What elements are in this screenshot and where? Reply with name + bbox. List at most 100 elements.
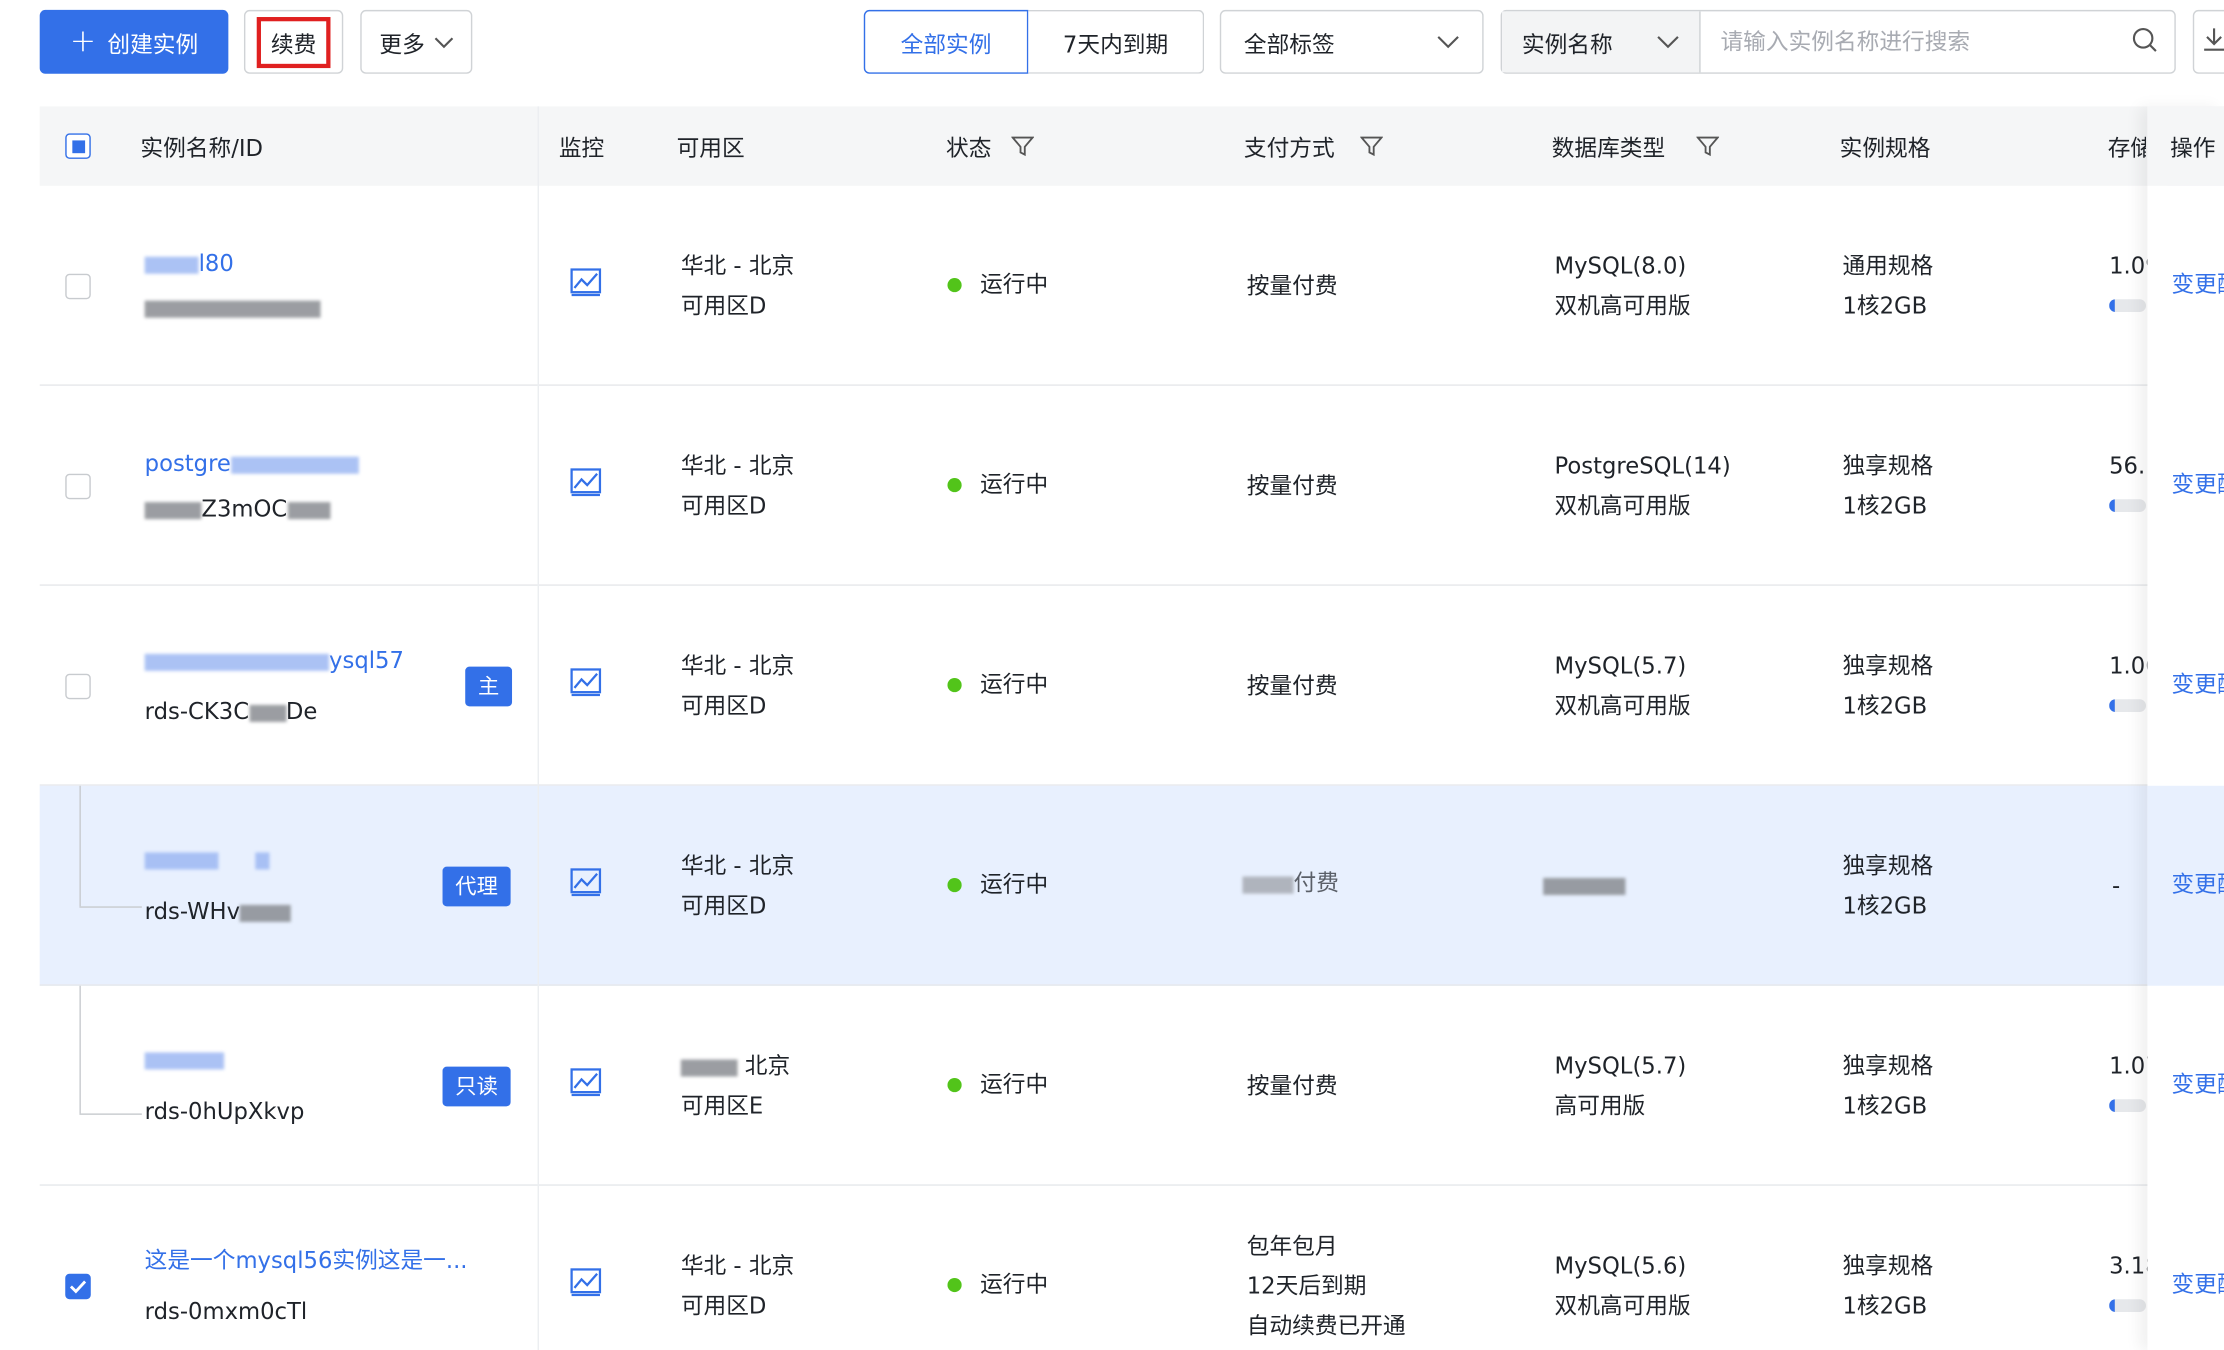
renew-label: 续费 — [256, 16, 331, 68]
running-status-icon — [947, 278, 962, 293]
storage-value: 3.18 — [2109, 1252, 2147, 1280]
chevron-down-icon — [433, 28, 453, 55]
spec-size: 1核2GB — [1842, 292, 1928, 320]
instance-id — [144, 288, 321, 328]
auto-renew-info: 自动续费已开通 — [1246, 1311, 1406, 1339]
storage-usage-bar — [2109, 699, 2146, 713]
dbtype-header-label: 数据库类型 — [1551, 134, 1666, 162]
table-header: 实例名称/ID 监控 可用区 状态 支付方式 数据库类型 实例规格 存 操作 — [39, 106, 2224, 186]
redacted-text — [144, 653, 330, 671]
search-icon[interactable] — [2132, 26, 2158, 57]
select-all-checkbox[interactable] — [65, 133, 91, 159]
instance-id: rds-CK3C De — [144, 697, 318, 725]
running-status-icon — [947, 1277, 962, 1293]
download-button[interactable] — [2192, 9, 2224, 74]
modify-config-link[interactable]: 变更配置 — [2172, 865, 2224, 905]
instance-name-link[interactable]: postgre — [145, 444, 359, 484]
filter-icon[interactable] — [1360, 135, 1383, 158]
redacted-text — [230, 456, 359, 474]
plus-icon: + — [69, 23, 97, 59]
payment-method: 按量付费 — [1246, 1072, 1338, 1100]
row-checkbox[interactable] — [65, 273, 91, 300]
storage-usage-bar — [2109, 499, 2146, 513]
tree-connector — [79, 785, 81, 907]
table-row: postgre Z3mOC 华北 - 北京 可用区D 运行中 按量付费 Post… — [39, 386, 2224, 586]
instance-name-link[interactable]: l80 — [144, 244, 234, 284]
db-edition: 双机高可用版 — [1554, 292, 1691, 320]
instance-name-link[interactable] — [144, 1040, 225, 1080]
redacted-text — [287, 501, 330, 519]
search-field-select[interactable]: 实例名称 — [1502, 11, 1701, 73]
modify-config-link[interactable]: 变更配置 — [2172, 265, 2224, 305]
modify-config-link[interactable]: 变更配置 — [2172, 1065, 2224, 1105]
redacted-text — [1543, 877, 1626, 895]
renew-button[interactable]: 续费 — [243, 9, 344, 74]
status-cell: 运行中 — [947, 1065, 1048, 1105]
instance-id: Z3mOC — [144, 489, 330, 529]
redacted-text — [255, 851, 270, 869]
monitor-chart-icon[interactable] — [570, 1268, 602, 1309]
more-dropdown-button[interactable]: 更多 — [360, 9, 473, 74]
row-checkbox[interactable] — [65, 473, 91, 500]
modify-config-link[interactable]: 变更配置 — [2172, 665, 2224, 705]
table-row: ysql57 rds-CK3C De 主 华北 - 北京 可用区D 运行中 按量付… — [39, 586, 2224, 786]
db-type: PostgreSQL(14) — [1554, 452, 1731, 480]
toolbar: + 创建实例 续费 更多 全部实例 7天内到期 全部标签 实例名称 — [0, 0, 2224, 85]
create-instance-label: 创建实例 — [107, 30, 199, 58]
modify-config-link[interactable]: 变更配置 — [2172, 465, 2224, 505]
instance-id: rds-WHv — [145, 892, 292, 932]
redacted-text — [1242, 875, 1294, 893]
storage-usage-bar — [2109, 1099, 2146, 1113]
create-instance-button[interactable]: + 创建实例 — [39, 9, 229, 74]
zone-az: 可用区D — [680, 892, 767, 920]
column-header-payment: 支付方式 — [1244, 106, 1383, 185]
column-header-status: 状态 — [946, 106, 1035, 185]
db-edition: 高可用版 — [1554, 1092, 1646, 1120]
check-icon — [69, 1280, 87, 1294]
spec-type: 独享规格 — [1842, 452, 1934, 480]
row-checkbox[interactable] — [65, 673, 91, 700]
tab-expiring-7-days[interactable]: 7天内到期 — [1028, 9, 1205, 74]
spec-type: 独享规格 — [1842, 1052, 1934, 1080]
running-status-icon — [947, 877, 962, 893]
table-row: 这是一个mysql56实例这是一... rds-0mxm0cTl 华北 - 北京… — [40, 1186, 2224, 1350]
monitor-chart-icon[interactable] — [570, 268, 602, 309]
monitor-chart-icon[interactable] — [570, 1068, 602, 1109]
spec-size: 1核2GB — [1842, 492, 1928, 520]
redacted-text — [144, 1051, 225, 1069]
filter-icon[interactable] — [1011, 135, 1035, 158]
monitor-chart-icon[interactable] — [570, 468, 602, 509]
storage-value: 56. — [2109, 452, 2146, 480]
filter-icon[interactable] — [1696, 135, 1720, 158]
db-edition: 双机高可用版 — [1554, 492, 1691, 520]
payment-method: 包年包月 — [1246, 1232, 1338, 1260]
modify-config-link[interactable]: 变更配置 — [2172, 1265, 2224, 1305]
instance-name-link[interactable]: 这是一个mysql56实例这是一... — [145, 1241, 468, 1281]
column-header-spec: 实例规格 — [1839, 134, 1931, 162]
storage-value: - — [2111, 872, 2121, 900]
storage-value: 1.09 — [2109, 252, 2147, 280]
table-row: rds-0hUpXkvp 只读 北京 可用区E 运行中 按量付费 MySQL(5… — [39, 985, 2224, 1186]
table-row: l80 华北 - 北京 可用区D 运行中 按量付费 MySQL(8.0) 双机高… — [39, 186, 2224, 386]
row-checkbox-checked[interactable] — [65, 1273, 91, 1300]
instance-name-link[interactable]: ysql57 — [144, 641, 404, 681]
zone-region: 华北 - 北京 — [680, 252, 795, 280]
table-row: rds-WHv 代理 华北 - 北京 可用区D 运行中 付费 独享规格 1核2G… — [39, 785, 2224, 986]
tab-all-instances[interactable]: 全部实例 — [863, 9, 1029, 74]
zone-az: 可用区D — [680, 1292, 767, 1320]
payment-header-label: 支付方式 — [1243, 134, 1335, 162]
redacted-text — [144, 851, 219, 869]
column-divider — [537, 106, 539, 1350]
zone-region: 北京 — [680, 1047, 790, 1087]
instance-name-link[interactable] — [144, 840, 270, 880]
tags-select[interactable]: 全部标签 — [1219, 9, 1484, 74]
monitor-chart-icon[interactable] — [570, 868, 602, 909]
instance-id: rds-0mxm0cTl — [144, 1297, 308, 1325]
column-header-name: 实例名称/ID — [140, 134, 264, 162]
spec-type: 通用规格 — [1842, 252, 1934, 280]
status-text: 运行中 — [980, 670, 1049, 698]
search-input[interactable] — [1717, 26, 2093, 57]
monitor-chart-icon[interactable] — [570, 668, 602, 709]
zone-region: 华北 - 北京 — [680, 652, 795, 680]
status-cell: 运行中 — [947, 265, 1048, 305]
